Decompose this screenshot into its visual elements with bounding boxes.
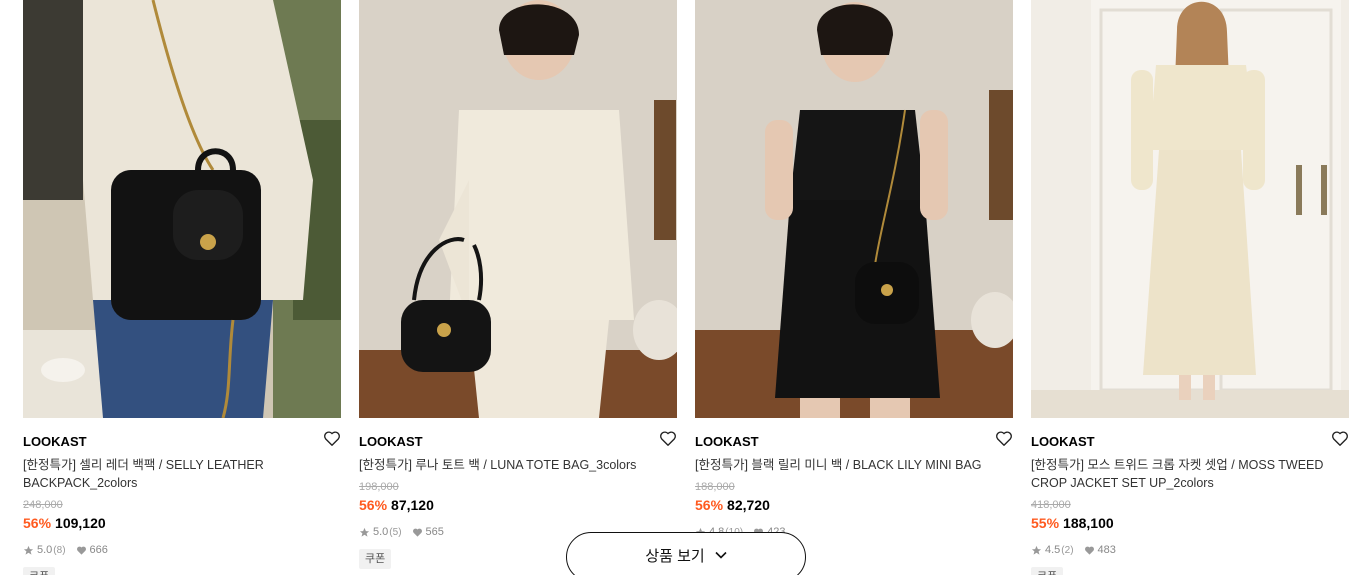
star-icon [359,527,370,537]
product-image[interactable] [23,0,341,418]
star-icon [23,545,34,555]
coupon-badge: 쿠폰 [23,567,56,575]
coupon-badge: 쿠폰 [359,549,392,569]
brand-name[interactable]: LOOKAST [359,434,423,449]
price-row: 56% 87,120 [359,497,434,513]
chevron-down-icon [715,551,727,559]
wishlist-heart-icon[interactable] [323,430,341,447]
product-image[interactable] [1031,0,1349,418]
review-count: (5) [389,526,402,538]
product-image[interactable] [359,0,677,418]
original-price: 248,000 [23,499,63,511]
product-card[interactable]: LOOKAST [한정특가] 블랙 릴리 미니 백 / BLACK LILY M… [695,0,1013,575]
sale-price: 188,100 [1063,515,1114,531]
brand-name[interactable]: LOOKAST [1031,434,1095,449]
wishlist-heart-icon[interactable] [659,430,677,447]
sale-price: 87,120 [391,497,434,513]
rating-value: 4.5 [1045,544,1061,556]
heart-count-icon [76,546,86,555]
like-count: 483 [1097,544,1116,556]
discount-rate: 56% [359,497,388,513]
product-name[interactable]: [한정특가] 모스 트위드 크롭 자켓 셋업 / MOSS TWEED CROP… [1031,456,1349,492]
discount-rate: 56% [695,497,724,513]
star-icon [1031,545,1042,555]
original-price: 188,000 [695,481,735,493]
product-card[interactable]: LOOKAST [한정특가] 셀리 레더 백팩 / SELLY LEATHER … [23,0,341,575]
product-card[interactable]: LOOKAST [한정특가] 모스 트위드 크롭 자켓 셋업 / MOSS TW… [1031,0,1349,575]
discount-rate: 56% [23,515,52,531]
heart-count-icon [412,528,422,537]
discount-rate: 55% [1031,515,1060,531]
product-grid: LOOKAST [한정특가] 셀리 레더 백팩 / SELLY LEATHER … [23,0,1349,575]
wishlist-heart-icon[interactable] [995,430,1013,447]
original-price: 418,000 [1031,499,1071,511]
sale-price: 82,720 [727,497,770,513]
sale-price: 109,120 [55,515,106,531]
rating-likes: 4.5 (2) 483 [1031,544,1116,556]
price-row: 55% 188,100 [1031,515,1114,531]
review-count: (8) [53,544,66,556]
product-name[interactable]: [한정특가] 블랙 릴리 미니 백 / BLACK LILY MINI BAG [695,456,1013,474]
product-name[interactable]: [한정특가] 루나 토트 백 / LUNA TOTE BAG_3colors [359,456,677,474]
view-products-button[interactable]: 상품 보기 [566,532,806,575]
brand-name[interactable]: LOOKAST [23,434,87,449]
view-products-label: 상품 보기 [645,547,705,565]
product-name[interactable]: [한정특가] 셀리 레더 백팩 / SELLY LEATHER BACKPACK… [23,456,341,492]
product-image[interactable] [695,0,1013,418]
like-count: 565 [425,526,444,538]
brand-name[interactable]: LOOKAST [695,434,759,449]
wishlist-heart-icon[interactable] [1331,430,1349,447]
rating-value: 5.0 [373,526,389,538]
price-row: 56% 82,720 [695,497,770,513]
like-count: 666 [89,544,108,556]
rating-likes: 5.0 (5) 565 [359,526,444,538]
heart-count-icon [1084,546,1094,555]
rating-likes: 5.0 (8) 666 [23,544,108,556]
review-count: (2) [1061,544,1074,556]
coupon-badge: 쿠폰 [1031,567,1064,575]
rating-value: 5.0 [37,544,53,556]
product-card[interactable]: LOOKAST [한정특가] 루나 토트 백 / LUNA TOTE BAG_3… [359,0,677,575]
original-price: 198,000 [359,481,399,493]
price-row: 56% 109,120 [23,515,106,531]
